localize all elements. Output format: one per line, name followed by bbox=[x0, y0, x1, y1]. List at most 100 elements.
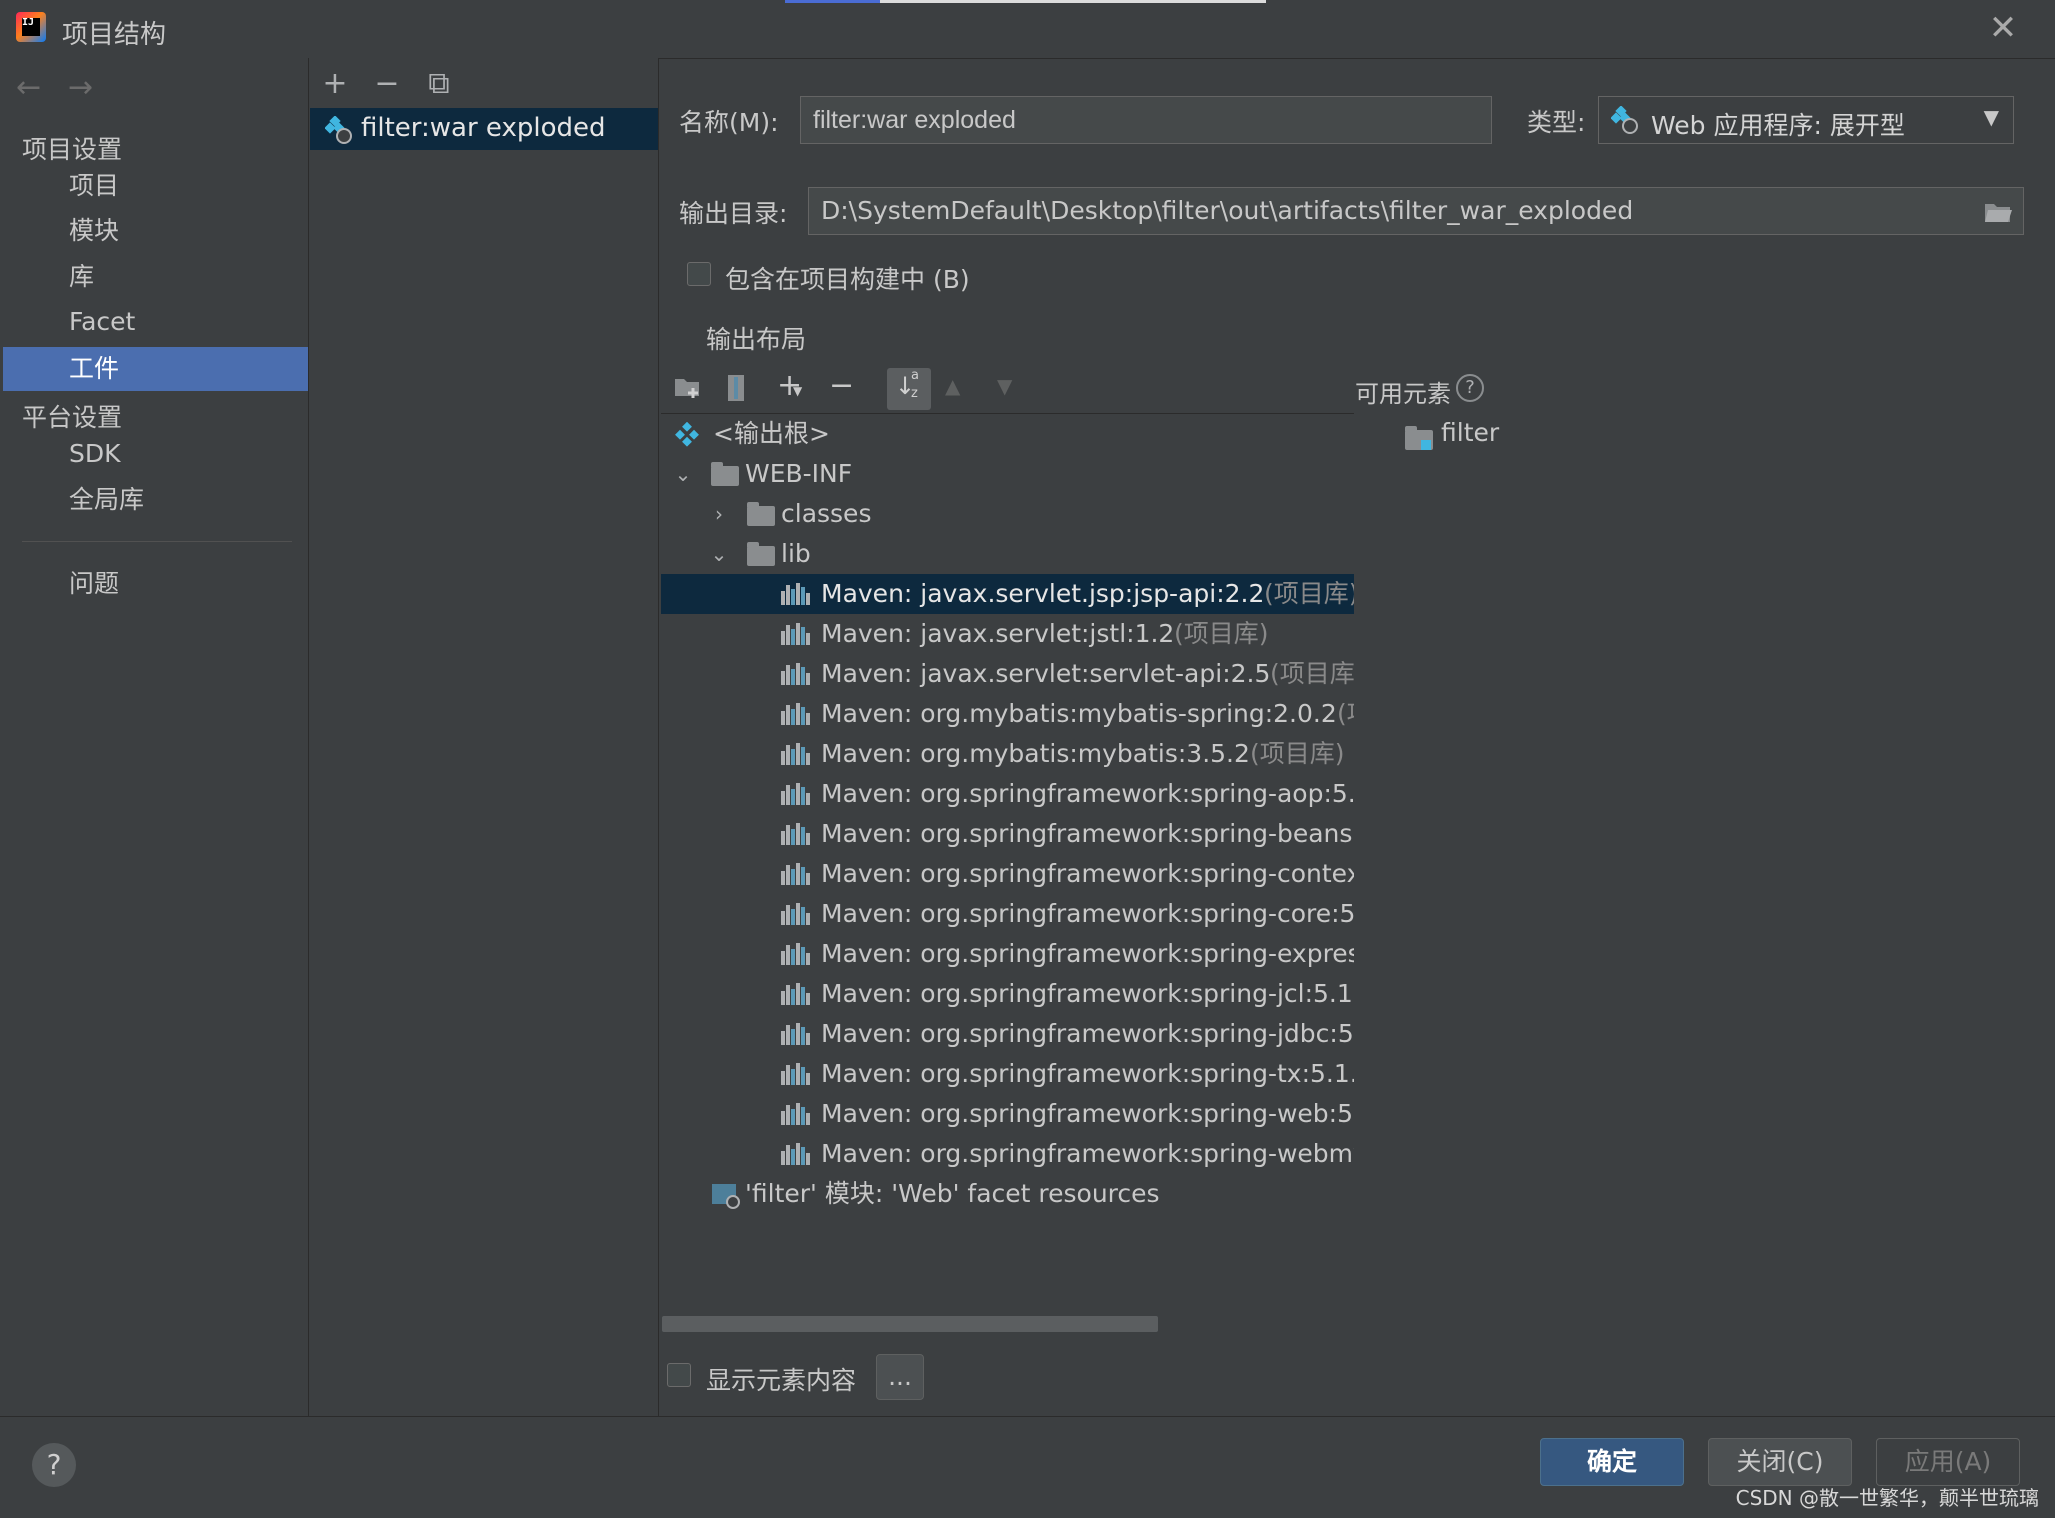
tree-node-library[interactable]: Maven: org.springframework:spring-web:5.… bbox=[661, 1094, 1354, 1134]
tree-node-library[interactable]: Maven: javax.servlet:jstl:1.2 (项目库) bbox=[661, 614, 1354, 654]
output-layout-tree: <输出根> ⌄ WEB-INF › classes ⌄ lib Maven: j… bbox=[661, 410, 1354, 1310]
tree-node-library[interactable]: Maven: org.springframework:spring-jdbc:5… bbox=[661, 1014, 1354, 1054]
include-in-build-checkbox[interactable] bbox=[687, 262, 711, 286]
sidebar-item-project[interactable]: 项目 bbox=[3, 164, 308, 208]
help-button[interactable]: ? bbox=[32, 1443, 76, 1487]
remove-icon[interactable]: − bbox=[829, 368, 854, 403]
type-select[interactable]: Web 应用程序: 展开型 ▼ bbox=[1598, 96, 2014, 144]
sort-az-icon[interactable]: ↓ a z bbox=[887, 368, 931, 410]
sidebar-item-sdk[interactable]: SDK bbox=[3, 432, 308, 476]
tree-node-classes[interactable]: › classes bbox=[661, 494, 1354, 534]
sidebar-item-global-libraries[interactable]: 全局库 bbox=[3, 478, 308, 522]
output-dir-field[interactable]: D:\SystemDefault\Desktop\filter\out\arti… bbox=[808, 187, 2024, 235]
dropdown-caret-icon: ▼ bbox=[793, 384, 803, 398]
tree-node-library[interactable]: Maven: org.springframework:spring-contex… bbox=[661, 854, 1354, 894]
module-badge-icon bbox=[1421, 440, 1431, 450]
library-scope: (项目库) bbox=[1174, 619, 1269, 648]
tree-node-library[interactable]: Maven: org.springframework:spring-core:5… bbox=[661, 894, 1354, 934]
artifact-list-item[interactable]: filter:war exploded bbox=[310, 108, 658, 150]
forward-arrow-icon[interactable]: → bbox=[68, 70, 93, 105]
tree-node-library[interactable]: Maven: org.springframework:spring-jcl:5.… bbox=[661, 974, 1354, 1014]
help-icon[interactable]: ? bbox=[1456, 374, 1484, 402]
tree-node-library[interactable]: Maven: org.mybatis:mybatis-spring:2.0.2 … bbox=[661, 694, 1354, 734]
tree-node-library[interactable]: Maven: org.springframework:spring-webmvc… bbox=[661, 1134, 1354, 1174]
show-content-label: 显示元素内容 bbox=[706, 1366, 857, 1395]
tree-node-web-inf[interactable]: ⌄ WEB-INF bbox=[661, 454, 1354, 494]
type-label: 类型: bbox=[1527, 108, 1586, 137]
library-icon bbox=[781, 623, 810, 645]
tree-node-library[interactable]: Maven: org.springframework:spring-beans:… bbox=[661, 814, 1354, 854]
tree-node-lib[interactable]: ⌄ lib bbox=[661, 534, 1354, 574]
name-field[interactable] bbox=[800, 96, 1492, 144]
tree-node-facet-resources[interactable]: 'filter' 模块: 'Web' facet resources bbox=[661, 1174, 1354, 1214]
section-platform-settings: 平台设置 bbox=[22, 403, 123, 432]
sidebar-item-artifacts[interactable]: 工件 bbox=[3, 347, 308, 391]
window-title: 项目结构 bbox=[62, 20, 167, 50]
close-button[interactable]: 关闭(C) bbox=[1708, 1438, 1852, 1486]
sidebar-item-problems[interactable]: 问题 bbox=[3, 562, 308, 606]
remove-icon[interactable]: − bbox=[369, 66, 405, 102]
library-name: Maven: org.springframework:spring-contex… bbox=[821, 859, 1354, 888]
ok-button[interactable]: 确定 bbox=[1540, 1438, 1684, 1486]
new-directory-icon[interactable] bbox=[673, 374, 703, 402]
tree-node-library[interactable]: Maven: org.springframework:spring-aop:5.… bbox=[661, 774, 1354, 814]
available-elements-panel: 可用元素 ? filter bbox=[1355, 370, 2045, 1270]
tree-node-library[interactable]: Maven: javax.servlet:servlet-api:2.5 (项目… bbox=[661, 654, 1354, 694]
chevron-right-icon[interactable]: › bbox=[707, 494, 731, 534]
library-name: Maven: org.springframework:spring-webmvc… bbox=[821, 1139, 1354, 1168]
move-up-icon[interactable]: ▲ bbox=[945, 374, 960, 398]
close-icon[interactable]: ✕ bbox=[1985, 10, 2021, 46]
tree-node-output-root[interactable]: <输出根> bbox=[661, 414, 1354, 454]
tree-node-library[interactable]: Maven: javax.servlet.jsp:jsp-api:2.2 (项目… bbox=[661, 574, 1354, 614]
move-down-icon[interactable]: ▼ bbox=[997, 374, 1012, 398]
library-name: Maven: javax.servlet.jsp:jsp-api:2.2 bbox=[821, 579, 1265, 608]
apply-button[interactable]: 应用(A) bbox=[1876, 1438, 2020, 1486]
sidebar-item-libraries[interactable]: 库 bbox=[3, 255, 308, 299]
artifact-name: filter:war exploded bbox=[361, 113, 606, 143]
library-icon bbox=[781, 663, 810, 685]
tree-node-library[interactable]: Maven: org.springframework:spring-tx:5.1… bbox=[661, 1054, 1354, 1094]
artifact-list-panel: + − ⧉ filter:war exploded bbox=[309, 58, 659, 1416]
library-icon bbox=[781, 783, 810, 805]
ellipsis-button[interactable]: ... bbox=[876, 1354, 924, 1400]
library-name: Maven: javax.servlet:jstl:1.2 bbox=[821, 619, 1175, 648]
web-artifact-icon bbox=[1611, 106, 1638, 134]
folder-browse-icon[interactable] bbox=[1983, 198, 2013, 224]
folder-icon bbox=[711, 462, 739, 486]
title-bar: IJ 项目结构 ✕ bbox=[0, 0, 2055, 59]
folder-icon bbox=[747, 502, 775, 526]
sidebar-item-label: 工件 bbox=[69, 354, 120, 383]
sidebar-item-label: SDK bbox=[69, 439, 121, 468]
library-scope: (项目库) bbox=[1264, 579, 1354, 608]
sidebar-item-facets[interactable]: Facet bbox=[3, 300, 308, 344]
copy-icon[interactable]: ⧉ bbox=[421, 66, 457, 102]
title-progress-track bbox=[880, 0, 1266, 3]
tree-node-library[interactable]: Maven: org.mybatis:mybatis:3.5.2 (项目库) bbox=[661, 734, 1354, 774]
intellij-app-icon: IJ bbox=[16, 12, 46, 42]
sidebar-item-modules[interactable]: 模块 bbox=[3, 209, 308, 253]
archive-icon[interactable] bbox=[725, 374, 749, 402]
library-scope: (项目库) bbox=[1270, 659, 1354, 688]
horizontal-scrollbar[interactable] bbox=[662, 1316, 1158, 1332]
tree-node-library[interactable]: Maven: org.springframework:spring-expres… bbox=[661, 934, 1354, 974]
chevron-down-icon[interactable]: ⌄ bbox=[707, 534, 731, 574]
library-name: Maven: org.springframework:spring-jdbc:5… bbox=[821, 1019, 1354, 1048]
back-arrow-icon[interactable]: ← bbox=[16, 70, 41, 105]
library-icon bbox=[781, 743, 810, 765]
sidebar-item-label: 问题 bbox=[69, 569, 120, 598]
chevron-down-icon[interactable]: ⌄ bbox=[671, 454, 695, 494]
show-content-checkbox[interactable] bbox=[667, 1363, 691, 1387]
tree-node-label: <输出根> bbox=[713, 419, 830, 448]
library-scope: (项目库) bbox=[1250, 739, 1345, 768]
library-name: Maven: org.springframework:spring-expres… bbox=[821, 939, 1354, 968]
library-icon bbox=[781, 943, 810, 965]
output-dir-label: 输出目录: bbox=[679, 199, 788, 228]
library-icon bbox=[781, 1103, 810, 1125]
library-name: Maven: org.mybatis:mybatis-spring:2.0.2 bbox=[821, 699, 1337, 728]
tree-node-label: 'filter' 模块: 'Web' facet resources bbox=[745, 1179, 1160, 1208]
type-select-value: Web 应用程序: 展开型 bbox=[1651, 111, 1905, 140]
section-project-settings: 项目设置 bbox=[22, 135, 123, 164]
add-icon[interactable]: + bbox=[317, 66, 353, 102]
sidebar-divider bbox=[22, 541, 292, 542]
library-icon bbox=[781, 1023, 810, 1045]
